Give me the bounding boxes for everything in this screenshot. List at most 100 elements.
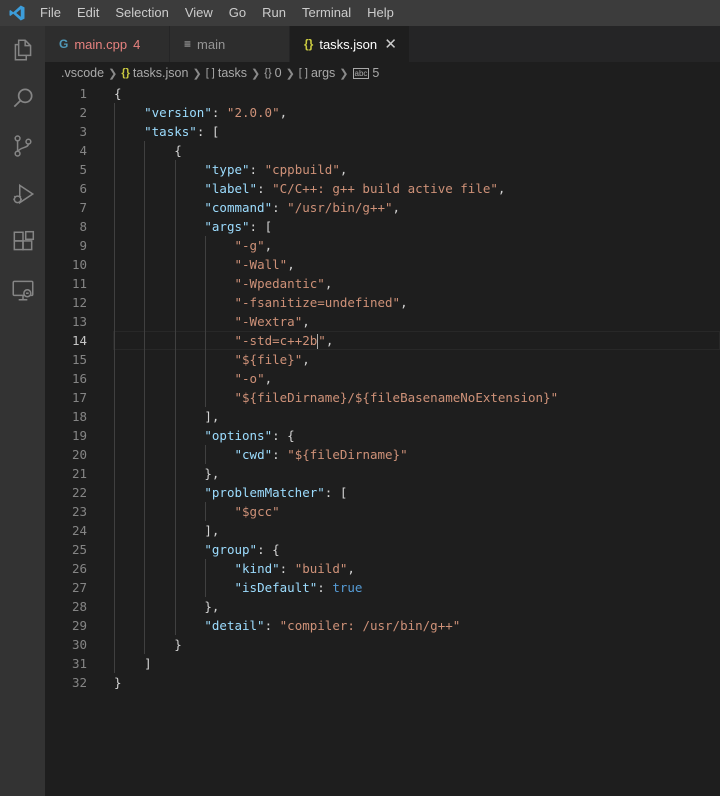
line-number: 19 — [71, 428, 87, 443]
indent-guide — [174, 160, 176, 635]
breadcrumb-index[interactable]: 0 — [275, 66, 282, 80]
line-number: 26 — [71, 561, 87, 576]
line-number: 5 — [79, 162, 87, 177]
code-line[interactable]: 9 "-g", — [45, 236, 720, 255]
code-line[interactable]: 26 "kind": "build", — [45, 559, 720, 578]
tab-label: main.cpp — [74, 36, 128, 52]
indent-guide — [205, 445, 207, 464]
code-line[interactable]: 30 } — [45, 635, 720, 654]
line-number: 20 — [71, 447, 87, 462]
menu-view[interactable]: View — [177, 0, 221, 26]
text-file-icon: ≡ — [184, 37, 192, 51]
code-line[interactable]: 4 { — [45, 141, 720, 160]
menu-selection[interactable]: Selection — [107, 0, 176, 26]
line-number: 31 — [71, 656, 87, 671]
tab-tasks-json[interactable]: {} tasks.json ✕ — [290, 26, 410, 62]
chevron-right-icon: ❯ — [251, 67, 261, 80]
menu-file[interactable]: File — [32, 0, 69, 26]
menu-edit[interactable]: Edit — [69, 0, 107, 26]
code-line[interactable]: 25 "group": { — [45, 540, 720, 559]
line-text: }, — [204, 599, 220, 614]
line-number: 30 — [71, 637, 87, 652]
string-icon: abc — [352, 67, 370, 79]
breadcrumb: .vscode ❯ {} tasks.json ❯ [ ] tasks ❯ {}… — [45, 62, 720, 84]
remote-explorer-icon[interactable] — [0, 266, 45, 314]
menu-run[interactable]: Run — [254, 0, 294, 26]
line-text: }, — [204, 466, 220, 481]
code-line[interactable]: 12 "-fsanitize=undefined", — [45, 293, 720, 312]
code-line[interactable]: 17 "${fileDirname}/${fileBasenameNoExten… — [45, 388, 720, 407]
code-line[interactable]: 7 "command": "/usr/bin/g++", — [45, 198, 720, 217]
menu-help[interactable]: Help — [359, 0, 402, 26]
line-text: "cwd": "${fileDirname}" — [234, 447, 408, 462]
code-line[interactable]: 27 "isDefault": true — [45, 578, 720, 597]
code-line[interactable]: 6 "label": "C/C++: g++ build active file… — [45, 179, 720, 198]
code-line[interactable]: 28 }, — [45, 597, 720, 616]
code-line[interactable]: 13 "-Wextra", — [45, 312, 720, 331]
code-line[interactable]: 29 "detail": "compiler: /usr/bin/g++" — [45, 616, 720, 635]
code-line[interactable]: 1{ — [45, 84, 720, 103]
breadcrumb-folder[interactable]: .vscode — [61, 66, 104, 80]
line-number: 1 — [79, 86, 87, 101]
indent-guide — [205, 236, 207, 407]
code-line[interactable]: 18 ], — [45, 407, 720, 426]
chevron-right-icon: ❯ — [108, 67, 118, 80]
array-icon: [ ] — [205, 67, 215, 79]
breadcrumb-file[interactable]: tasks.json — [133, 66, 189, 80]
breadcrumb-args[interactable]: args — [311, 66, 335, 80]
breadcrumb-item[interactable]: 5 — [372, 66, 379, 80]
code-line[interactable]: 21 }, — [45, 464, 720, 483]
line-text: "type": "cppbuild", — [204, 162, 348, 177]
line-text: "-Wextra", — [234, 314, 310, 329]
explorer-icon[interactable] — [0, 26, 45, 74]
code-line[interactable]: 3 "tasks": [ — [45, 122, 720, 141]
source-control-icon[interactable] — [0, 122, 45, 170]
code-line[interactable]: 23 "$gcc" — [45, 502, 720, 521]
line-number: 25 — [71, 542, 87, 557]
extensions-icon[interactable] — [0, 218, 45, 266]
code-line[interactable]: 5 "type": "cppbuild", — [45, 160, 720, 179]
line-number: 29 — [71, 618, 87, 633]
line-number: 14 — [71, 333, 87, 348]
code-line[interactable]: 16 "-o", — [45, 369, 720, 388]
line-number: 4 — [79, 143, 87, 158]
line-text: "${fileDirname}/${fileBasenameNoExtensio… — [234, 390, 559, 405]
line-number: 16 — [71, 371, 87, 386]
code-line[interactable]: 10 "-Wall", — [45, 255, 720, 274]
code-line[interactable]: 15 "${file}", — [45, 350, 720, 369]
code-line[interactable]: 31 ] — [45, 654, 720, 673]
line-number: 8 — [79, 219, 87, 234]
line-text: "-g", — [234, 238, 273, 253]
code-line[interactable]: 24 ], — [45, 521, 720, 540]
line-number: 18 — [71, 409, 87, 424]
indent-guide — [144, 141, 146, 654]
menu-terminal[interactable]: Terminal — [294, 0, 359, 26]
tab-main[interactable]: ≡ main — [170, 26, 290, 62]
line-text: "command": "/usr/bin/g++", — [204, 200, 401, 215]
line-number: 3 — [79, 124, 87, 139]
code-line[interactable]: 2 "version": "2.0.0", — [45, 103, 720, 122]
line-text: "args": [ — [204, 219, 273, 234]
run-debug-icon[interactable] — [0, 170, 45, 218]
code-line[interactable]: 14 "-std=c++2b", — [45, 331, 720, 350]
code-line[interactable]: 8 "args": [ — [45, 217, 720, 236]
code-line[interactable]: 22 "problemMatcher": [ — [45, 483, 720, 502]
code-line[interactable]: 11 "-Wpedantic", — [45, 274, 720, 293]
menu-go[interactable]: Go — [221, 0, 254, 26]
line-number: 13 — [71, 314, 87, 329]
line-text: "-o", — [234, 371, 273, 386]
code-line[interactable]: 20 "cwd": "${fileDirname}" — [45, 445, 720, 464]
indent-guide — [205, 502, 207, 521]
breadcrumb-tasks[interactable]: tasks — [218, 66, 247, 80]
cpp-file-icon: G — [59, 37, 69, 51]
json-file-icon: {} — [121, 67, 130, 79]
code-editor[interactable]: 1{2 "version": "2.0.0", 3 "tasks": [4 {5 … — [45, 84, 720, 796]
line-number: 2 — [79, 105, 87, 120]
search-icon[interactable] — [0, 74, 45, 122]
close-tab-icon[interactable]: ✕ — [384, 35, 397, 53]
code-line[interactable]: 19 "options": { — [45, 426, 720, 445]
array-icon: [ ] — [298, 67, 308, 79]
tab-main-cpp[interactable]: G main.cpp 4 — [45, 26, 170, 62]
line-number: 23 — [71, 504, 87, 519]
code-line[interactable]: 32} — [45, 673, 720, 692]
